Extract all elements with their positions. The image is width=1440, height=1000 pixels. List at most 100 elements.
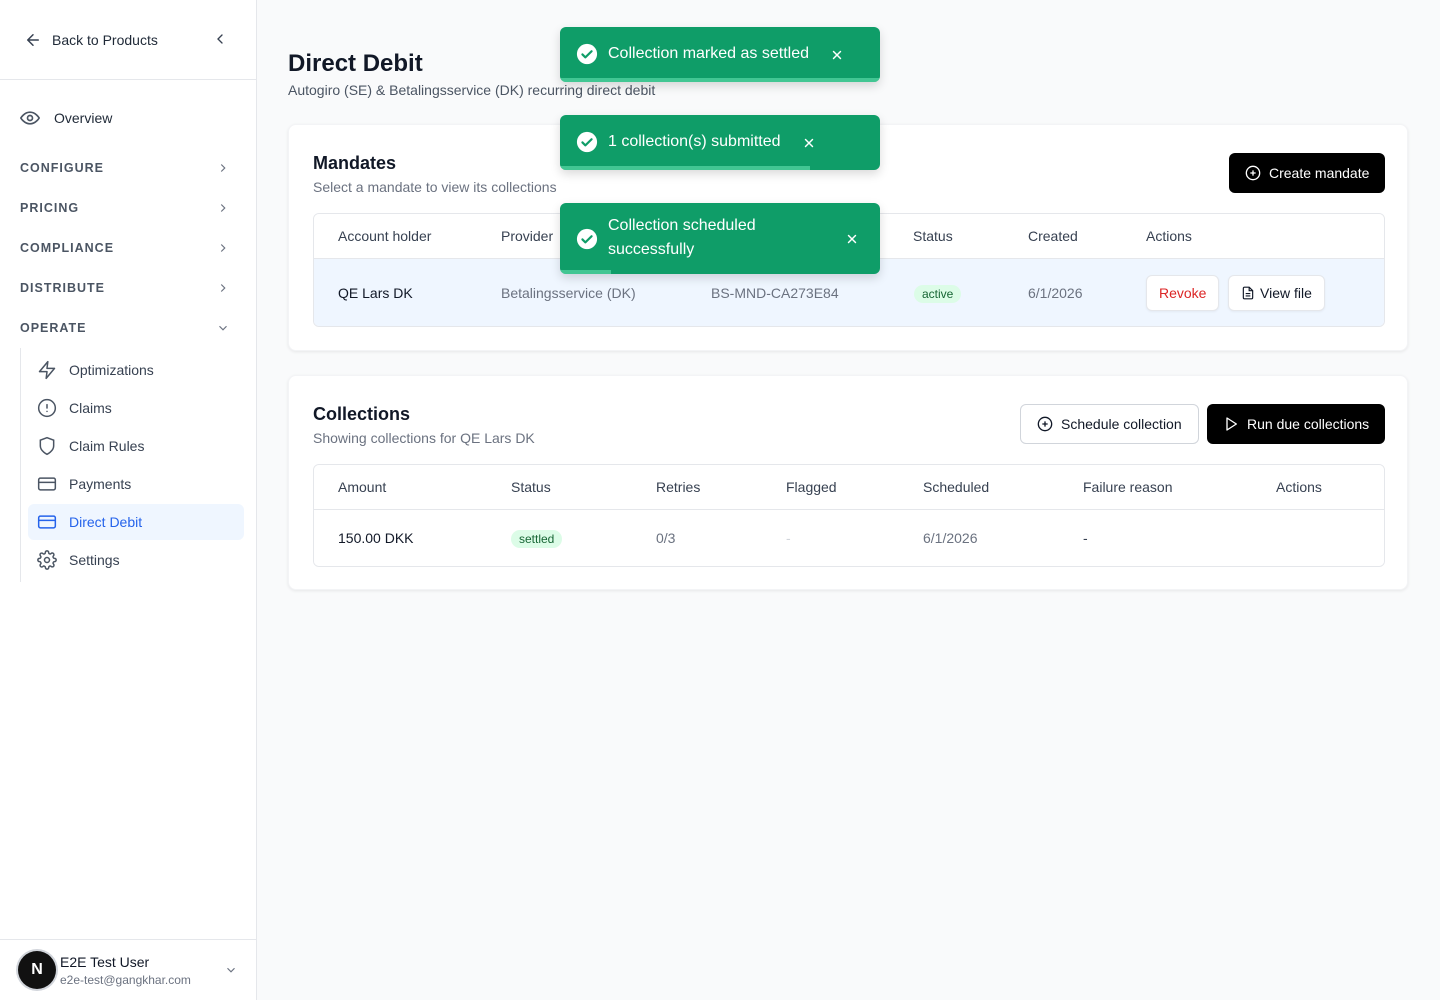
section-label: COMPLIANCE (20, 241, 115, 255)
run-due-collections-button[interactable]: Run due collections (1207, 404, 1386, 444)
chevron-right-icon (220, 204, 226, 212)
sidebar-item-overview[interactable]: Overview (0, 100, 256, 136)
col-account-holder: Account holder (338, 228, 432, 244)
sidebar-item-claims[interactable]: Claims (28, 390, 244, 426)
sidebar-item-label: Claims (69, 400, 112, 416)
close-icon[interactable] (802, 136, 816, 150)
section-configure[interactable]: CONFIGURE (0, 148, 256, 188)
col-provider: Provider (501, 228, 554, 244)
retries-cell: 0/3 (656, 530, 676, 546)
sidebar-item-label: Settings (69, 552, 120, 568)
gear-icon (37, 550, 57, 570)
sidebar-item-settings[interactable]: Settings (28, 542, 244, 578)
collapse-sidebar-icon[interactable] (212, 31, 228, 47)
section-label: CONFIGURE (20, 161, 104, 175)
close-icon[interactable] (845, 232, 859, 246)
table-row[interactable]: 150.00 DKK settled 0/3 - 6/1/2026 - (314, 510, 1384, 566)
toast-scheduled: Collection scheduled successfully (560, 203, 880, 274)
check-circle-icon (576, 131, 598, 153)
page-subtitle: Autogiro (SE) & Betalingsservice (DK) re… (288, 82, 656, 98)
play-icon (1226, 417, 1237, 431)
eye-icon (20, 111, 40, 125)
toast-message: 1 collection(s) submitted (608, 133, 781, 150)
chevron-down-icon (219, 325, 227, 331)
sidebar-item-label: Claim Rules (69, 438, 145, 454)
col-actions: Actions (1146, 228, 1192, 244)
user-menu[interactable]: N E2E Test User e2e-test@gangkhar.com (0, 939, 256, 1000)
arrow-left-icon (27, 33, 39, 46)
collections-subtitle: Showing collections for QE Lars DK (313, 430, 535, 446)
run-due-collections-label: Run due collections (1247, 416, 1370, 432)
section-label: PRICING (20, 201, 80, 215)
section-operate[interactable]: OPERATE (0, 308, 256, 348)
close-icon[interactable] (830, 48, 844, 62)
chevron-down-icon (227, 967, 235, 973)
check-circle-icon (576, 228, 598, 250)
section-compliance[interactable]: COMPLIANCE (0, 228, 256, 268)
operate-submenu: Optimizations Claims Claim Rules Payment… (20, 348, 256, 582)
failure-reason-cell: - (1083, 530, 1088, 546)
status-badge: settled (511, 530, 563, 548)
alert-circle-icon (37, 398, 57, 418)
file-icon (1242, 286, 1254, 300)
toast-settled: Collection marked as settled (560, 27, 880, 82)
user-email: e2e-test@gangkhar.com (60, 972, 191, 987)
col-failure-reason: Failure reason (1083, 479, 1173, 495)
plus-circle-icon (1037, 416, 1053, 432)
col-status: Status (913, 228, 953, 244)
back-to-products-link[interactable]: Back to Products (0, 0, 256, 80)
col-flagged: Flagged (786, 479, 837, 495)
toast-message: Collection scheduled successfully (608, 217, 756, 258)
page-title: Direct Debit (288, 50, 423, 77)
section-pricing[interactable]: PRICING (0, 188, 256, 228)
sidebar-item-label: Payments (69, 476, 132, 492)
schedule-collection-label: Schedule collection (1061, 416, 1182, 432)
revoke-label: Revoke (1159, 285, 1207, 301)
collections-card: Collections Showing collections for QE L… (288, 375, 1408, 590)
create-mandate-button[interactable]: Create mandate (1229, 153, 1386, 193)
sidebar-item-label: Direct Debit (69, 514, 143, 530)
sidebar-item-label: Overview (54, 110, 113, 126)
sidebar-item-direct-debit[interactable]: Direct Debit (28, 504, 244, 540)
credit-card-icon (37, 515, 57, 529)
sidebar-item-optimizations[interactable]: Optimizations (28, 352, 244, 388)
create-mandate-label: Create mandate (1269, 165, 1370, 181)
created-cell: 6/1/2026 (1028, 285, 1083, 301)
sidebar-nav: Overview CONFIGURE PRICING COMPLIANCE DI… (0, 80, 256, 582)
credit-card-icon (37, 477, 57, 491)
avatar: N (18, 951, 56, 989)
chevron-right-icon (220, 164, 226, 172)
collections-title: Collections (313, 404, 411, 424)
sidebar-item-label: Optimizations (69, 362, 154, 378)
reference-cell: BS-MND-CA273E84 (711, 285, 839, 301)
schedule-collection-button[interactable]: Schedule collection (1020, 404, 1199, 444)
sidebar-item-payments[interactable]: Payments (28, 466, 244, 502)
col-status: Status (511, 479, 551, 495)
section-label: DISTRIBUTE (20, 281, 105, 295)
col-created: Created (1028, 228, 1078, 244)
chevron-right-icon (220, 284, 226, 292)
section-label: OPERATE (20, 321, 87, 335)
user-name: E2E Test User (60, 953, 150, 970)
scheduled-cell: 6/1/2026 (923, 530, 978, 546)
plus-circle-icon (1245, 165, 1261, 181)
toast-progress-bar (560, 270, 612, 274)
sidebar-item-claim-rules[interactable]: Claim Rules (28, 428, 244, 464)
toast-submitted: 1 collection(s) submitted (560, 115, 880, 170)
col-actions: Actions (1276, 479, 1322, 495)
view-file-label: View file (1260, 285, 1312, 301)
section-distribute[interactable]: DISTRIBUTE (0, 268, 256, 308)
back-label: Back to Products (52, 31, 158, 48)
mandates-title: Mandates (313, 153, 397, 173)
amount-cell: 150.00 DKK (338, 530, 414, 546)
col-scheduled: Scheduled (923, 479, 990, 495)
shield-icon (39, 436, 55, 456)
collections-table: Amount Status Retries Flagged Scheduled … (313, 464, 1385, 567)
check-circle-icon (576, 43, 598, 65)
toast-progress-bar (560, 166, 810, 170)
toast-message: Collection marked as settled (608, 45, 809, 62)
chevron-right-icon (220, 244, 226, 252)
col-retries: Retries (656, 479, 701, 495)
revoke-button[interactable]: Revoke (1146, 275, 1220, 311)
view-file-button[interactable]: View file (1228, 275, 1325, 311)
